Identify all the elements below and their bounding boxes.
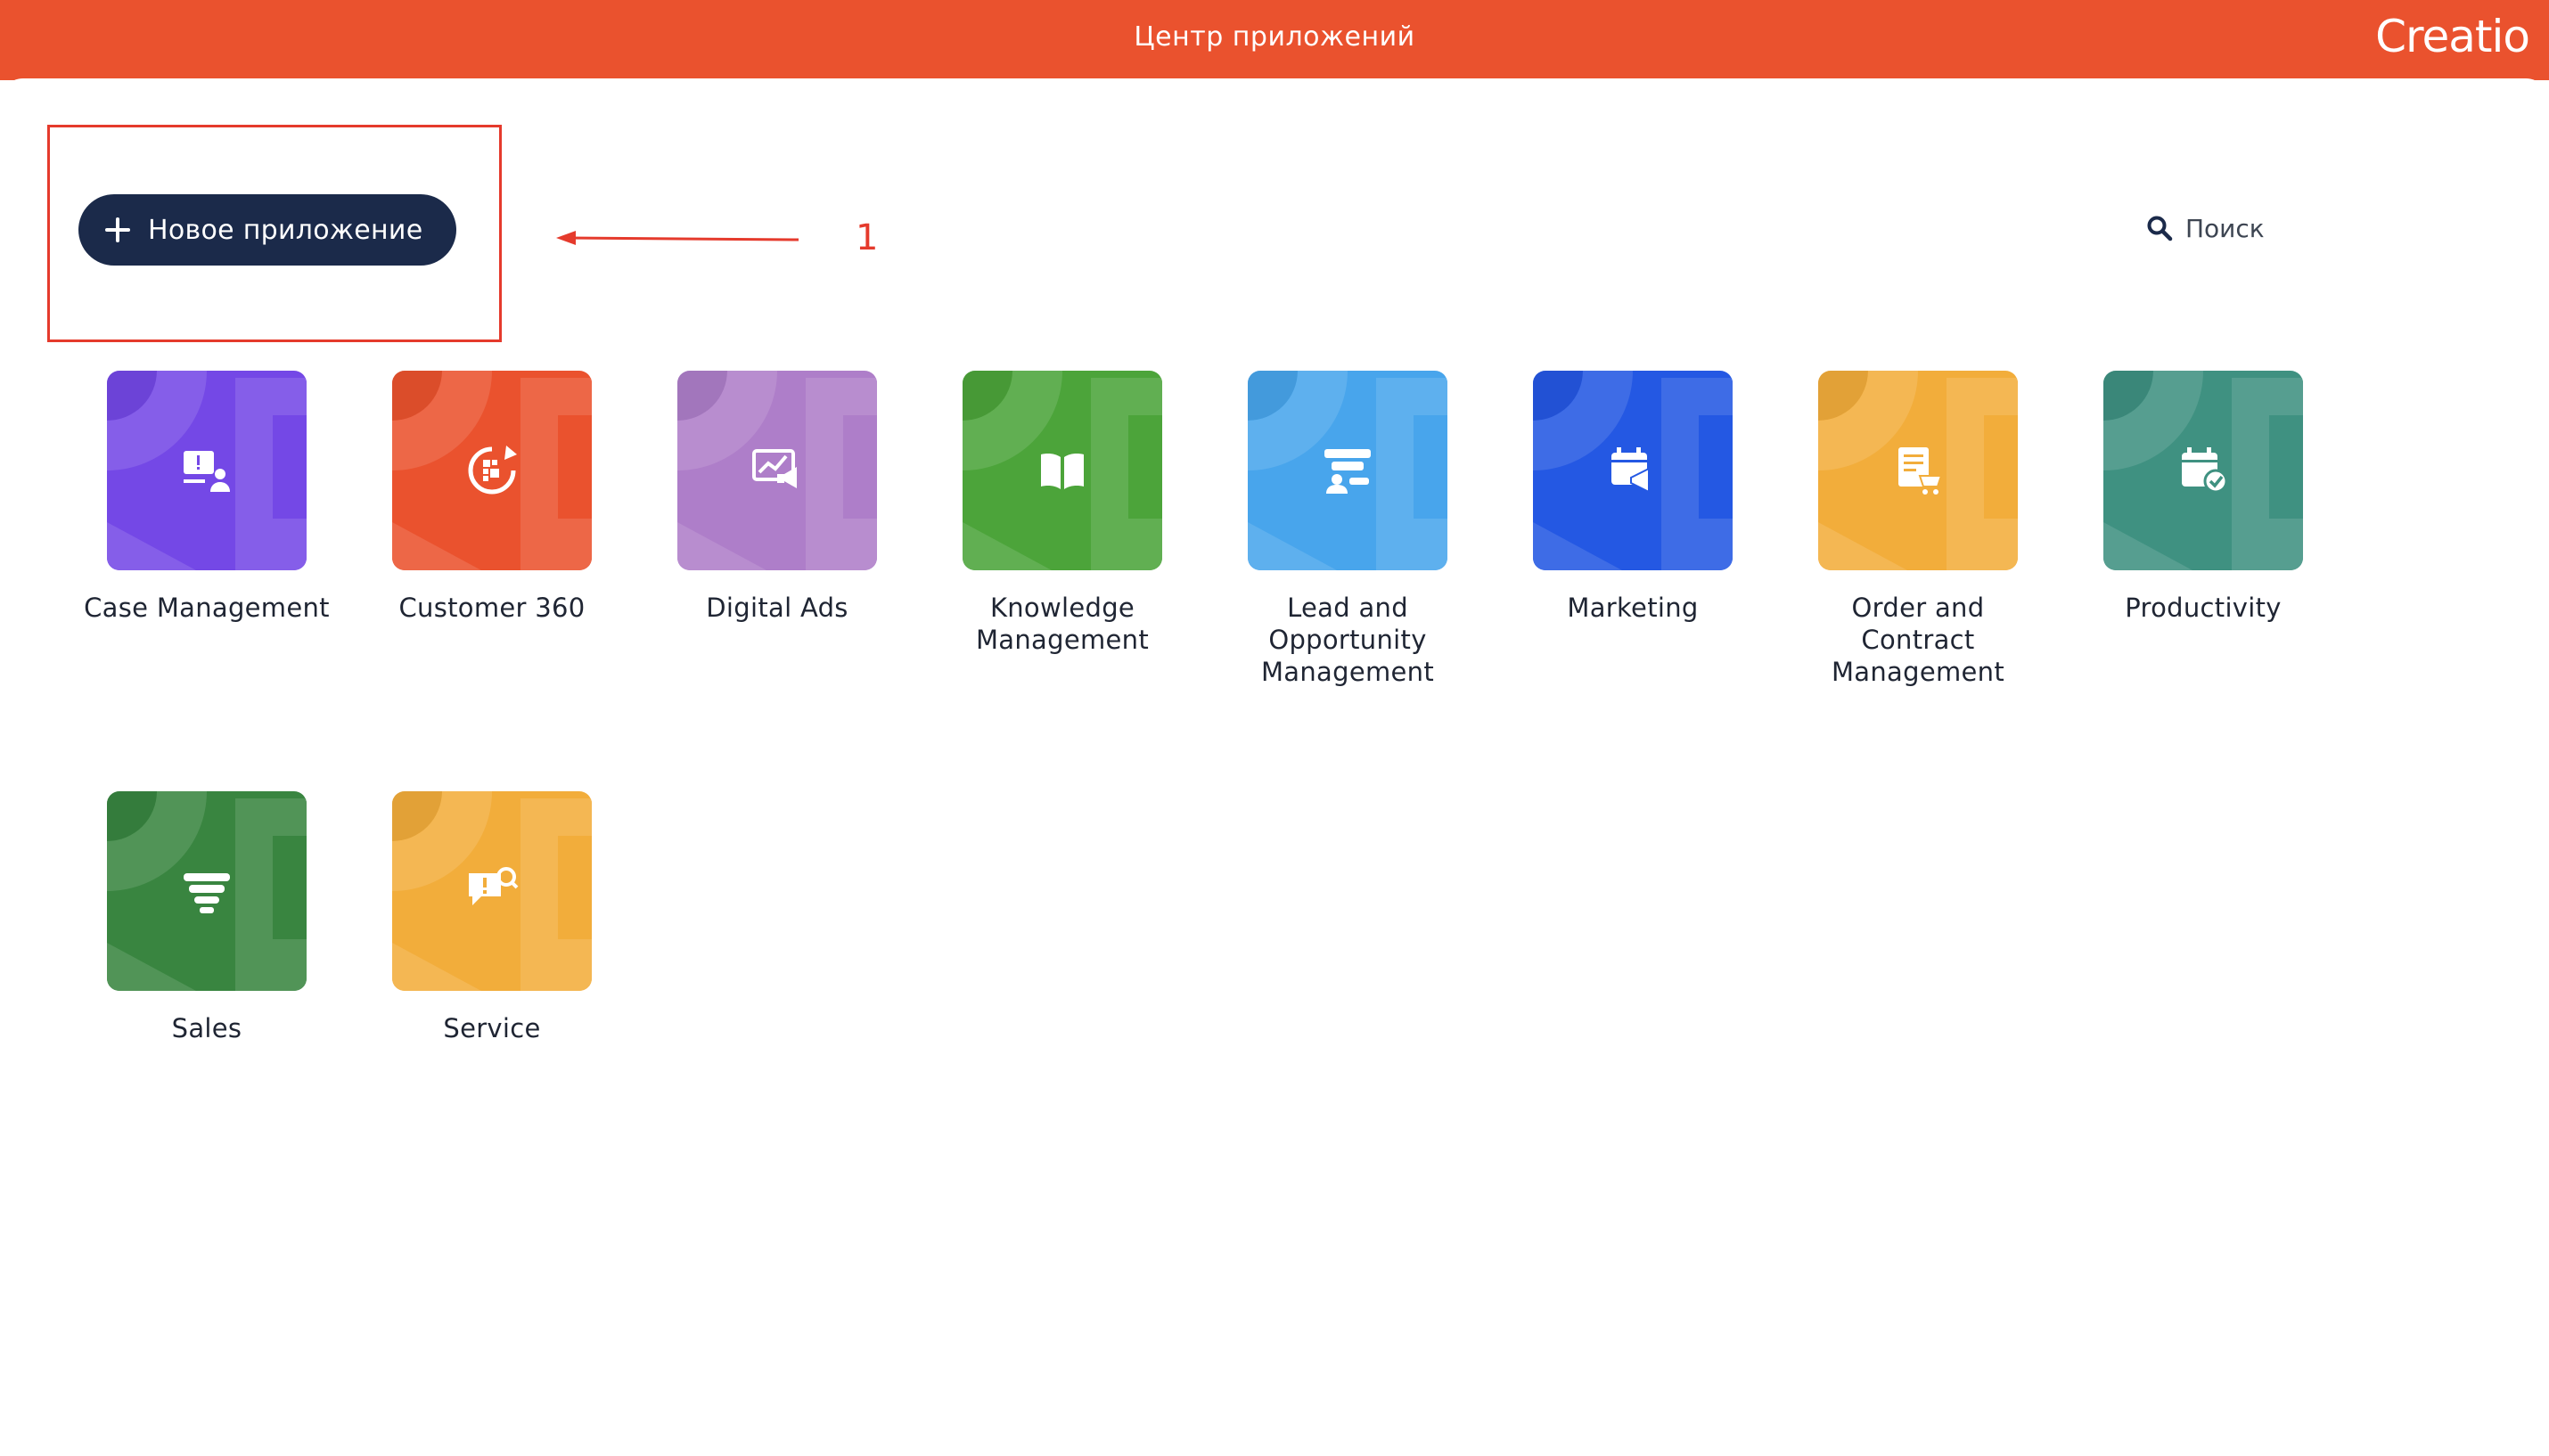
app-tile-label: Knowledge Management — [975, 593, 1150, 655]
calendar-check-icon — [2103, 371, 2303, 570]
sales-funnel-icon — [107, 791, 307, 991]
lead-funnel-icon — [1248, 371, 1447, 570]
app-tile-label: Marketing — [1567, 593, 1699, 623]
new-app-button[interactable]: Новое приложение — [78, 194, 456, 266]
annotation-arrow — [556, 231, 799, 245]
search-placeholder: Поиск — [2185, 213, 2265, 243]
app-tile-label: Digital Ads — [706, 593, 848, 623]
app-tile-label: Case Management — [84, 593, 330, 623]
support-ticket-icon — [107, 371, 307, 570]
page-title: Центр приложений — [1134, 21, 1415, 53]
app-tile-label: Customer 360 — [398, 593, 586, 623]
ads-monitor-icon — [677, 371, 877, 570]
app-tile-label: Sales — [171, 1013, 242, 1043]
plus-icon — [105, 217, 130, 242]
app-tile-label: Order and Contract Management — [1831, 593, 2005, 687]
search-box[interactable]: Поиск — [2146, 210, 2265, 246]
service-chat-icon — [392, 791, 592, 991]
calendar-megaphone-icon — [1533, 371, 1733, 570]
customer-cycle-icon — [392, 371, 592, 570]
open-book-icon — [963, 371, 1162, 570]
new-app-button-label: Новое приложение — [148, 214, 423, 246]
app-tile-label: Service — [443, 1013, 541, 1043]
app-tile-label: Lead and Opportunity Management — [1260, 593, 1435, 687]
search-icon — [2147, 216, 2173, 241]
order-cart-icon — [1818, 371, 2018, 570]
app-header: Центр приложений Creatio — [0, 0, 2549, 80]
creatio-logo[interactable]: Creatio — [2375, 11, 2530, 62]
annotation-number: 1 — [856, 217, 879, 258]
app-tile-label: Productivity — [2125, 593, 2282, 623]
